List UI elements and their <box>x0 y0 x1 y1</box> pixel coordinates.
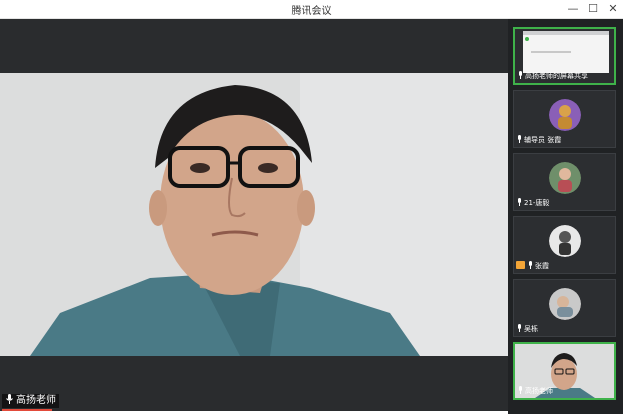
participant-tile-screen-share[interactable]: 高扬老师的屏幕共享 <box>513 27 616 85</box>
close-button[interactable]: ✕ <box>602 0 623 18</box>
minimize-button[interactable]: — <box>562 0 584 18</box>
speaker-video <box>0 73 508 356</box>
avatar <box>549 99 581 131</box>
speaker-name-tag: 高扬老师 <box>2 394 59 408</box>
shared-screen-preview <box>523 31 609 73</box>
speaker-name: 高扬老师 <box>16 395 56 406</box>
speaker-video-frame <box>0 73 508 356</box>
main-video-panel[interactable]: 高扬老师 <box>0 19 508 411</box>
microphone-icon <box>527 261 534 269</box>
maximize-button[interactable]: ☐ <box>582 0 604 18</box>
participant-sidebar: 高扬老师的屏幕共享 辅导员 张霞 21-唐毅 张霞 吴栎 高扬老师 <box>508 19 623 414</box>
active-speaker-indicator <box>2 409 52 411</box>
window-title: 腾讯会议 <box>291 6 332 17</box>
participant-tile[interactable]: 21-唐毅 <box>513 153 616 211</box>
microphone-icon <box>516 198 523 206</box>
tile-label: 21-唐毅 <box>516 198 549 208</box>
microphone-icon <box>516 324 523 332</box>
microphone-icon <box>5 394 14 404</box>
title-bar: 腾讯会议 — ☐ ✕ <box>0 0 623 19</box>
microphone-icon <box>517 71 524 79</box>
avatar <box>549 288 581 320</box>
avatar <box>549 162 581 194</box>
participant-tile[interactable]: 辅导员 张霞 <box>513 90 616 148</box>
avatar <box>549 225 581 257</box>
tile-label: 张霞 <box>516 261 549 271</box>
user-icon <box>516 261 525 269</box>
tile-label: 高扬老师 <box>517 386 553 396</box>
tile-label: 辅导员 张霞 <box>516 135 561 145</box>
microphone-icon <box>516 135 523 143</box>
participant-tile[interactable]: 张霞 <box>513 216 616 274</box>
tile-label: 高扬老师的屏幕共享 <box>517 71 588 81</box>
microphone-icon <box>517 386 524 394</box>
participant-tile-active[interactable]: 高扬老师 <box>513 342 616 400</box>
participant-tile[interactable]: 吴栎 <box>513 279 616 337</box>
tile-label: 吴栎 <box>516 324 538 334</box>
